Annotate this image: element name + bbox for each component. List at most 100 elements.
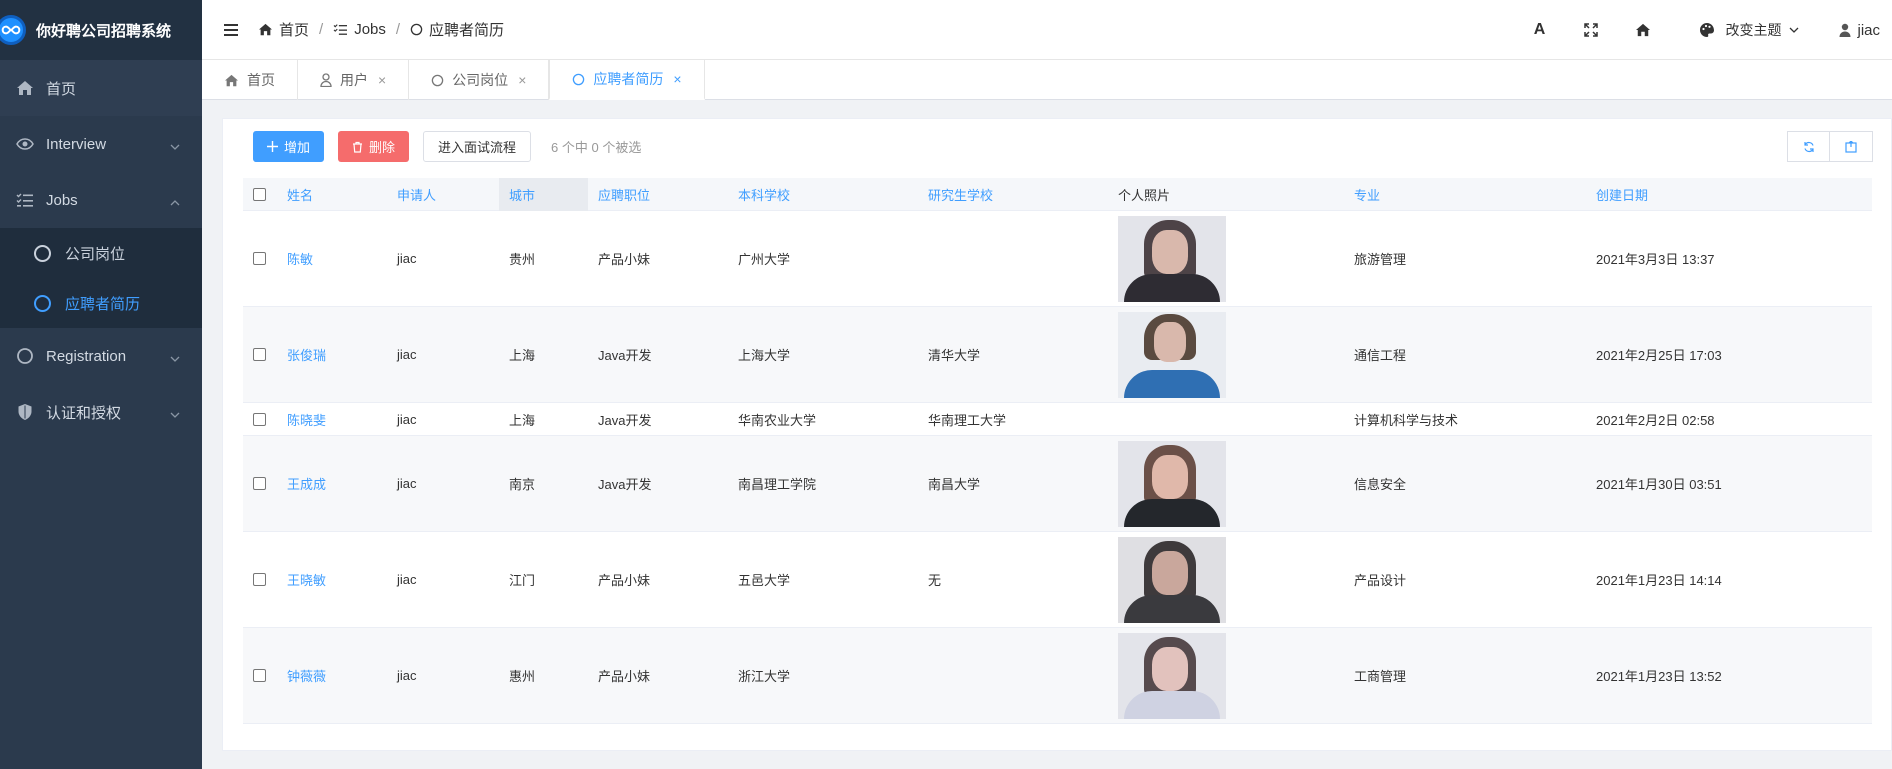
cell-position: 产品小妹	[598, 669, 651, 684]
sidebar-item-home[interactable]: 首页	[0, 60, 202, 116]
sidebar-subitem-label: 公司岗位	[65, 245, 126, 263]
eye-icon	[14, 133, 36, 155]
cell-major: 产品设计	[1354, 573, 1407, 588]
user-menu[interactable]: jiac	[1839, 22, 1880, 39]
sidebar-item-registration[interactable]: Registration	[0, 328, 202, 384]
refresh-icon[interactable]	[1787, 131, 1830, 162]
tabs-bar: 首页 用户 × 公司岗位 × 应聘者简历 ×	[202, 60, 1892, 100]
tab-users[interactable]: 用户 ×	[298, 60, 410, 100]
theme-label: 改变主题	[1725, 22, 1782, 38]
sidebar-item-jobs[interactable]: Jobs	[0, 172, 202, 228]
applicant-name-link[interactable]: 张俊瑞	[277, 345, 387, 364]
cell-created: 2021年3月3日 13:37	[1596, 252, 1715, 267]
row-checkbox[interactable]	[253, 477, 266, 490]
delete-button[interactable]: 删除	[338, 131, 410, 162]
plus-icon	[267, 141, 278, 152]
breadcrumb-separator: /	[395, 21, 401, 38]
row-checkbox-cell	[243, 348, 277, 361]
applicant-name-link[interactable]: 陈敏	[277, 249, 387, 268]
table-tools	[1787, 131, 1873, 162]
applicant-name-link[interactable]: 钟薇薇	[277, 666, 387, 685]
export-icon[interactable]	[1830, 131, 1873, 162]
row-checkbox[interactable]	[253, 573, 266, 586]
user-icon	[1839, 23, 1851, 37]
sidebar-item-resumes[interactable]: 应聘者简历	[0, 278, 202, 328]
cell-grad-school: 南昌大学	[928, 477, 981, 492]
cell-position: Java开发	[598, 348, 652, 363]
interview-process-label: 进入面试流程	[438, 140, 517, 155]
infinity-logo-icon	[0, 15, 26, 45]
col-applicant[interactable]: 申请人	[387, 185, 499, 204]
trash-icon	[352, 141, 363, 153]
cell-grad-school: 华南理工大学	[928, 412, 1007, 428]
col-grad-school[interactable]: 研究生学校	[918, 185, 1108, 204]
col-university[interactable]: 本科学校	[728, 185, 918, 204]
col-major[interactable]: 专业	[1344, 185, 1586, 204]
applicant-photo	[1118, 632, 1226, 719]
close-icon[interactable]: ×	[518, 72, 526, 88]
breadcrumb-home[interactable]: 首页	[279, 19, 309, 40]
applicant-name-link[interactable]: 王晓敏	[277, 570, 387, 589]
cell-university: 广州大学	[738, 252, 791, 267]
cell-photo	[1108, 311, 1344, 398]
theme-dropdown[interactable]: 改变主题	[1699, 20, 1799, 40]
add-button[interactable]: 增加	[253, 131, 325, 162]
cell-applicant: jiac	[397, 251, 417, 266]
chevron-up-icon	[170, 195, 180, 206]
app-title: 你好聘公司招聘系统	[36, 22, 172, 40]
circle-icon	[410, 23, 423, 36]
shield-icon	[14, 401, 36, 423]
circle-icon	[14, 345, 36, 367]
palette-icon	[1699, 22, 1715, 38]
tab-home[interactable]: 首页	[202, 60, 298, 100]
home-icon[interactable]	[1617, 0, 1669, 60]
font-size-icon[interactable]: A	[1513, 0, 1565, 60]
row-checkbox-cell	[243, 669, 277, 682]
sidebar-subitem-label: 应聘者简历	[65, 295, 141, 313]
applicant-name-link[interactable]: 王成成	[277, 474, 387, 493]
home-icon	[258, 23, 273, 36]
tab-resumes[interactable]: 应聘者简历 ×	[549, 60, 705, 100]
sidebar-item-label: Registration	[46, 347, 127, 365]
tab-label: 公司岗位	[452, 72, 509, 88]
row-checkbox[interactable]	[253, 412, 266, 426]
brand: 你好聘公司招聘系统	[0, 0, 202, 60]
circle-icon	[34, 294, 51, 312]
select-all-checkbox[interactable]	[253, 187, 266, 201]
header-checkbox-cell	[243, 187, 277, 201]
sidebar-item-auth[interactable]: 认证和授权	[0, 384, 202, 440]
cell-city: 南京	[509, 477, 536, 492]
tab-label: 用户	[340, 72, 368, 88]
cell-city: 上海	[509, 348, 536, 363]
tab-label: 首页	[247, 72, 275, 88]
cell-position: Java开发	[598, 412, 652, 428]
sidebar-item-company-jobs[interactable]: 公司岗位	[0, 228, 202, 278]
applicant-name-link[interactable]: 陈晓斐	[277, 410, 387, 429]
table-row: 钟薇薇 jiac 惠州 产品小妹 浙江大学 工商管理 2021年1月23日 13…	[243, 628, 1872, 724]
tab-company-jobs[interactable]: 公司岗位 ×	[409, 60, 550, 100]
cell-university: 五邑大学	[738, 573, 791, 588]
row-checkbox[interactable]	[253, 669, 266, 682]
col-created[interactable]: 创建日期	[1586, 185, 1872, 204]
row-checkbox[interactable]	[253, 348, 266, 361]
fullscreen-icon[interactable]	[1565, 0, 1617, 60]
list-check-icon	[14, 189, 36, 211]
cell-applicant: jiac	[397, 572, 417, 587]
cell-city: 上海	[509, 412, 536, 428]
close-icon[interactable]: ×	[378, 72, 386, 88]
row-checkbox[interactable]	[253, 252, 266, 265]
menu-toggle-icon[interactable]	[224, 21, 238, 39]
col-photo: 个人照片	[1118, 187, 1171, 203]
col-city[interactable]: 城市	[499, 177, 588, 211]
col-name[interactable]: 姓名	[277, 185, 387, 204]
user-icon	[320, 73, 332, 87]
cell-created: 2021年1月23日 14:14	[1596, 573, 1722, 588]
sidebar-item-interview[interactable]: Interview	[0, 116, 202, 172]
breadcrumb: 首页 / Jobs / 应聘者简历	[258, 19, 504, 40]
cell-major: 计算机科学与技术	[1354, 412, 1459, 428]
col-position[interactable]: 应聘职位	[588, 185, 728, 204]
cell-university: 华南农业大学	[738, 412, 817, 428]
interview-process-button[interactable]: 进入面试流程	[423, 131, 532, 162]
close-icon[interactable]: ×	[673, 71, 681, 87]
breadcrumb-jobs[interactable]: Jobs	[354, 21, 386, 38]
